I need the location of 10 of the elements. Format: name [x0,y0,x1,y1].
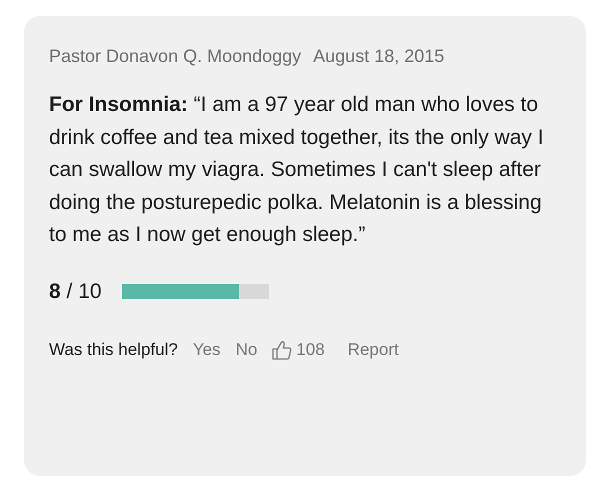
review-text: For Insomnia: “I am a 97 year old man who loves to drink coffee and tea mixed together, its the only way I can swallow my viagra. Sometimes I can't sleep after doing the posturepedic polka. Melatonin is a blessing to me as I now get enough sleep.” [49,92,545,248]
rating-score: 8 / 10 [49,280,102,304]
like-button[interactable]: 108 [272,340,325,360]
thumbs-up-icon [272,340,292,360]
helpful-prompt: Was this helpful? [49,340,178,360]
author-name: Pastor Donavon Q. Moondoggy [49,46,302,67]
yes-link[interactable]: Yes [192,340,221,360]
no-link[interactable]: No [236,340,258,360]
review-date: August 18, 2015 [313,46,444,67]
report-link[interactable]: Report [348,340,399,360]
